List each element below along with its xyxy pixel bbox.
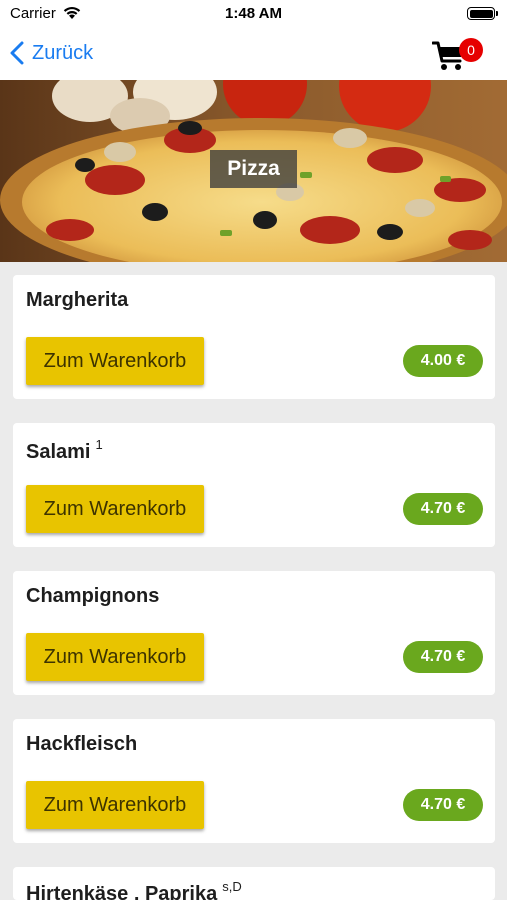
product-name: Hackfleisch [26, 733, 137, 756]
category-title: Pizza [210, 150, 297, 188]
price-badge: 4.70 € [403, 641, 483, 673]
additive-note: 1 [95, 437, 103, 452]
product-name: Margherita [26, 289, 128, 312]
product-name-text: Hackfleisch [26, 733, 138, 755]
add-to-cart-button[interactable]: Zum Warenkorb [26, 485, 204, 533]
product-name: Champignons [26, 585, 159, 608]
category-banner: Pizza [0, 80, 507, 262]
add-to-cart-button[interactable]: Zum Warenkorb [26, 337, 204, 385]
status-time: 1:48 AM [225, 5, 282, 22]
additive-note: s,D [222, 879, 242, 894]
status-bar: Carrier 1:48 AM [0, 0, 507, 28]
price-badge: 4.00 € [403, 345, 483, 377]
product-name-text: Salami [26, 441, 91, 463]
chevron-left-icon [10, 41, 24, 65]
product-card-margherita: Margherita Zum Warenkorb 4.00 € [13, 275, 495, 399]
back-button[interactable]: Zurück [10, 38, 93, 68]
navigation-bar: Zurück 0 [0, 28, 507, 80]
product-name-text: Champignons [26, 585, 160, 607]
price-badge: 4.70 € [403, 493, 483, 525]
cart-count-badge: 0 [459, 38, 483, 62]
back-button-label: Zurück [32, 41, 94, 64]
product-card-hackfleisch: Hackfleisch Zum Warenkorb 4.70 € [13, 719, 495, 843]
product-name: Hirtenkäse , Paprika s,D [26, 879, 242, 900]
battery-icon [467, 7, 498, 20]
price-badge: 4.70 € [403, 789, 483, 821]
add-to-cart-button[interactable]: Zum Warenkorb [26, 781, 204, 829]
product-name: Salami 1 [26, 437, 103, 464]
product-card-hirtenkaese-paprika: Hirtenkäse , Paprika s,D [13, 867, 495, 900]
add-to-cart-button[interactable]: Zum Warenkorb [26, 633, 204, 681]
product-card-salami: Salami 1 Zum Warenkorb 4.70 € [13, 423, 495, 547]
product-name-text: Hirtenkäse , Paprika [26, 883, 218, 900]
product-name-text: Margherita [26, 289, 129, 311]
cart-button[interactable]: 0 [432, 36, 488, 74]
product-card-champignons: Champignons Zum Warenkorb 4.70 € [13, 571, 495, 695]
